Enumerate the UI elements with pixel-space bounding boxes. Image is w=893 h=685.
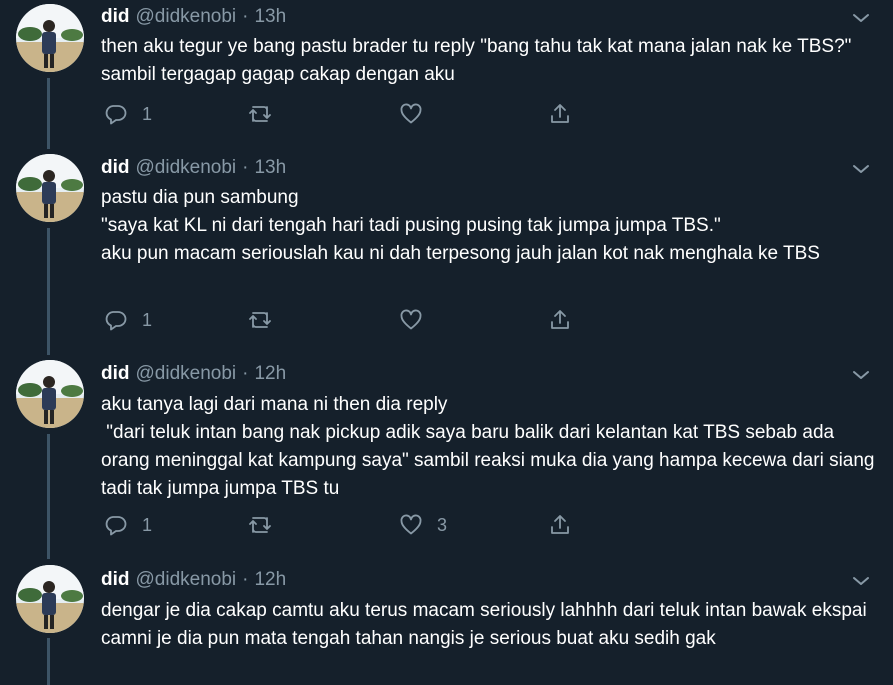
separator-dot: ·	[242, 6, 249, 27]
tweet-text: then aku tegur ye bang pastu brader tu r…	[101, 33, 876, 89]
share-icon	[551, 104, 569, 123]
reply-icon	[105, 105, 127, 125]
avatar-image	[16, 154, 84, 222]
tweet-text: dengar je dia cakap camtu aku terus maca…	[101, 597, 876, 653]
more-options-button[interactable]	[851, 159, 871, 179]
tweet-text: pastu dia pun sambung "saya kat KL ni da…	[101, 184, 876, 268]
user-handle[interactable]: @didkenobi	[136, 6, 237, 27]
chevron-down-icon	[853, 577, 869, 585]
tweet-text-line: "dari teluk intan bang nak pickup adik s…	[101, 422, 880, 499]
tweet-header: did @didkenobi · 12h	[101, 568, 286, 592]
reply-button[interactable]: 1	[104, 305, 152, 335]
reply-icon	[105, 311, 127, 331]
like-button[interactable]	[399, 99, 423, 129]
timestamp[interactable]: 13h	[254, 6, 286, 27]
reply-count: 1	[142, 103, 153, 124]
like-count: 3	[437, 514, 448, 535]
tweet[interactable]: did @didkenobi · 13h pastu dia pun sambung …	[0, 150, 893, 355]
avatar[interactable]	[16, 565, 84, 633]
retweet-icon	[249, 106, 271, 122]
tweet[interactable]: did @didkenobi · 13h then aku tegur ye bang…	[0, 0, 893, 150]
tweet-text-line: then aku tegur ye bang pastu brader tu r…	[101, 36, 857, 85]
retweet-icon	[249, 517, 271, 533]
timestamp[interactable]: 13h	[254, 157, 286, 178]
avatar[interactable]	[16, 360, 84, 428]
reply-count: 1	[142, 309, 153, 330]
more-options-button[interactable]	[851, 571, 871, 591]
like-button[interactable]: 3	[399, 510, 447, 540]
avatar-image	[16, 4, 84, 72]
reply-button[interactable]: 1	[104, 510, 152, 540]
timeline: did @didkenobi · 13h then aku tegur ye bang…	[0, 0, 893, 685]
separator-dot: ·	[242, 569, 249, 590]
retweet-button[interactable]	[248, 305, 272, 335]
reply-icon	[105, 516, 127, 536]
display-name[interactable]: did	[101, 6, 130, 27]
tweet-header: did @didkenobi · 13h	[101, 156, 286, 180]
heart-icon	[400, 309, 422, 330]
tweet-header: did @didkenobi · 12h	[101, 362, 286, 386]
tweet-actions: 1	[100, 305, 580, 335]
tweet-header: did @didkenobi · 13h	[101, 5, 286, 29]
share-button[interactable]	[548, 305, 572, 335]
display-name[interactable]: did	[101, 363, 130, 384]
share-icon	[551, 515, 569, 534]
separator-dot: ·	[242, 157, 249, 178]
tweet-text-line: "saya kat KL ni dari tengah hari tadi pu…	[101, 215, 721, 236]
display-name[interactable]: did	[101, 157, 130, 178]
more-options-button[interactable]	[851, 8, 871, 28]
chevron-down-icon	[853, 165, 869, 173]
retweet-button[interactable]	[248, 510, 272, 540]
avatar-image	[16, 565, 84, 633]
chevron-down-icon	[853, 371, 869, 379]
heart-icon	[400, 514, 422, 535]
tweet-actions: 1	[100, 99, 580, 129]
like-button[interactable]	[399, 305, 423, 335]
user-handle[interactable]: @didkenobi	[136, 363, 237, 384]
share-icon	[551, 310, 569, 329]
more-options-button[interactable]	[851, 365, 871, 385]
display-name[interactable]: did	[101, 569, 130, 590]
retweet-button[interactable]	[248, 99, 272, 129]
share-button[interactable]	[548, 510, 572, 540]
avatar-image	[16, 360, 84, 428]
tweet-text-line: pastu dia pun sambung	[101, 187, 299, 208]
avatar[interactable]	[16, 4, 84, 72]
chevron-down-icon	[853, 14, 869, 22]
avatar[interactable]	[16, 154, 84, 222]
user-handle[interactable]: @didkenobi	[136, 569, 237, 590]
tweet-text-line: aku pun macam seriouslah kau ni dah terp…	[101, 243, 820, 264]
heart-icon	[400, 103, 422, 124]
tweet[interactable]: did @didkenobi · 12h dengar je dia cakap ca…	[0, 560, 893, 685]
separator-dot: ·	[242, 363, 249, 384]
share-button[interactable]	[548, 99, 572, 129]
tweet[interactable]: did @didkenobi · 12h aku tanya lagi dari ma…	[0, 355, 893, 560]
timestamp[interactable]: 12h	[254, 569, 286, 590]
reply-count: 1	[142, 514, 153, 535]
user-handle[interactable]: @didkenobi	[136, 157, 237, 178]
tweet-text-line: dengar je dia cakap camtu aku terus maca…	[101, 600, 872, 649]
reply-button[interactable]: 1	[104, 99, 152, 129]
timestamp[interactable]: 12h	[254, 363, 286, 384]
tweet-text-line: aku tanya lagi dari mana ni then dia rep…	[101, 394, 448, 415]
retweet-icon	[249, 312, 271, 328]
tweet-text: aku tanya lagi dari mana ni then dia rep…	[101, 391, 876, 503]
tweet-actions: 1 3	[100, 510, 580, 540]
